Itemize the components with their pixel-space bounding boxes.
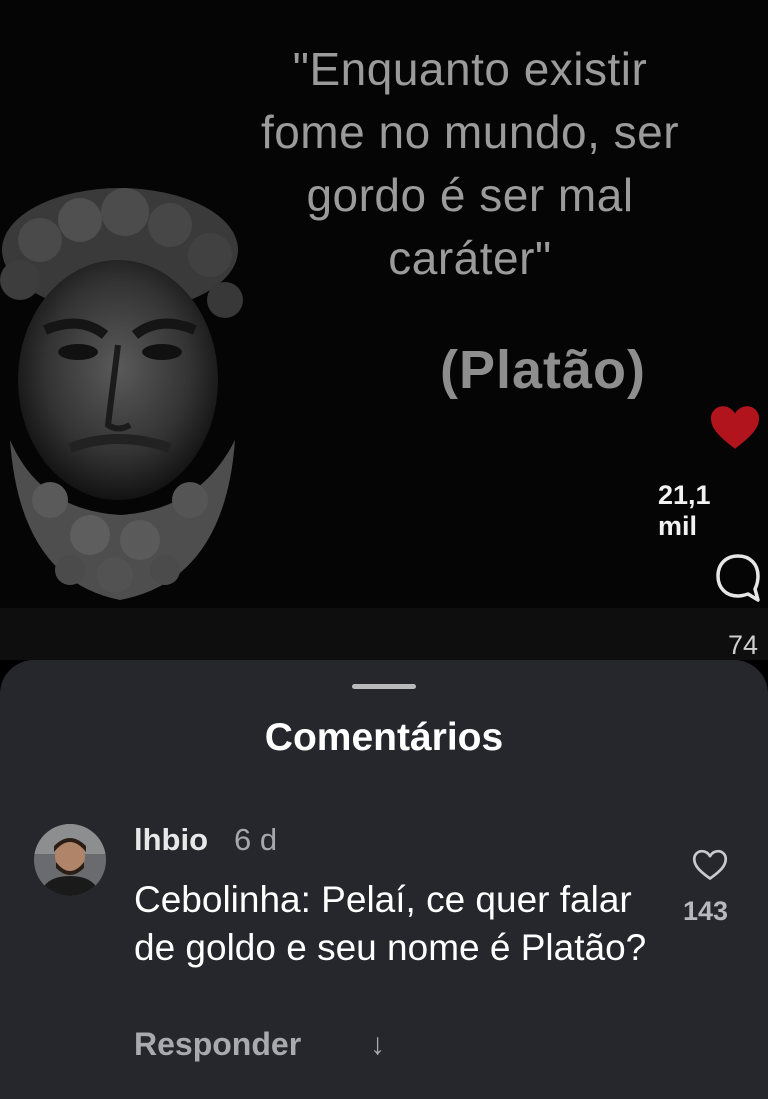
quote-text: "Enquanto existir fome no mundo, ser gor… [260, 43, 680, 284]
like-count: 21,1 mil [658, 480, 711, 541]
avatar[interactable] [34, 824, 106, 896]
heart-icon[interactable] [708, 403, 762, 451]
avatar-photo-icon [34, 824, 106, 896]
sheet-title: Comentários [264, 716, 504, 759]
comment-username[interactable]: lhbio [134, 822, 208, 858]
post-image-bottom [0, 608, 768, 660]
comment-bubble-icon[interactable] [714, 553, 762, 603]
drag-handle[interactable] [352, 684, 416, 689]
comment-heart-icon[interactable] [692, 848, 728, 882]
quote-author: (Platão) [440, 340, 647, 400]
comment-time: 6 d [234, 822, 278, 857]
reply-button[interactable]: Responder [134, 1026, 301, 1063]
comment-text: Cebolinha: Pelaí, ce quer falar de goldo… [134, 879, 647, 968]
comments-sheet: Comentários lhbio 6 d Cebolinha: Pelaí, … [0, 660, 768, 1099]
comment-count: 74 [728, 630, 759, 660]
comment-item: lhbio 6 d Cebolinha: Pelaí, ce quer fala… [0, 810, 768, 1090]
comment-like-count: 143 [683, 896, 729, 926]
expand-replies-icon[interactable]: ↓ [370, 1028, 385, 1062]
post-view: "Enquanto existir fome no mundo, ser gor… [0, 0, 768, 660]
post-image[interactable]: "Enquanto existir fome no mundo, ser gor… [0, 0, 768, 608]
